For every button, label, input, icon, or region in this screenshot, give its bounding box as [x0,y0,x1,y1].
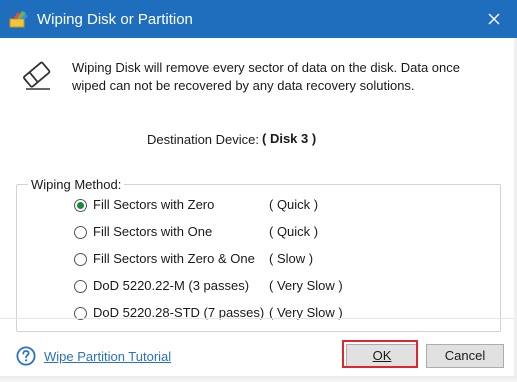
option-fill-one[interactable]: Fill Sectors with One ( Quick ) [74,223,364,243]
eraser-icon [23,61,51,90]
radio-selected[interactable] [74,199,87,212]
option-fill-zero[interactable]: Fill Sectors with Zero ( Quick ) [74,196,364,216]
option-speed: ( Quick ) [269,197,319,212]
dialog-content: Wiping Disk will remove every sector of … [0,38,517,382]
cancel-button[interactable]: Cancel [426,344,504,368]
option-label: Fill Sectors with Zero & One [93,251,255,266]
option-label: Fill Sectors with Zero [93,197,215,212]
radio[interactable] [74,226,87,239]
option-dod-7-pass[interactable]: DoD 5220.28-STD (7 passes) ( Very Slow ) [74,304,364,324]
footer-divider [0,318,517,319]
radio[interactable] [74,253,87,266]
taskbar-edge [0,376,517,382]
option-speed: ( Very Slow ) [269,278,343,293]
window-title: Wiping Disk or Partition [37,11,193,28]
title-bar: Wiping Disk or Partition [0,0,517,38]
destination-value: ( Disk 3 ) [262,131,317,146]
option-label: DoD 5220.22-M (3 passes) [93,278,250,293]
warning-message: Wiping Disk will remove every sector of … [72,60,461,93]
app-logo-icon [9,11,28,28]
wiping-method-label: Wiping Method: [28,177,125,192]
close-button[interactable] [471,0,517,38]
ok-button-label: OK [372,348,392,363]
option-speed: ( Quick ) [269,224,319,239]
option-speed: ( Slow ) [269,251,314,266]
option-dod-3-pass[interactable]: DoD 5220.22-M (3 passes) ( Very Slow ) [74,277,364,297]
close-icon [488,13,500,25]
wipe-tutorial-link[interactable]: Wipe Partition Tutorial [44,349,171,364]
radio[interactable] [74,280,87,293]
option-label: Fill Sectors with One [93,224,213,239]
question-icon[interactable] [16,346,36,366]
cancel-button-label: Cancel [444,348,486,363]
ok-button[interactable]: OK [346,344,418,368]
destination-label: Destination Device: [147,132,259,147]
option-fill-zero-one[interactable]: Fill Sectors with Zero & One ( Slow ) [74,250,364,270]
